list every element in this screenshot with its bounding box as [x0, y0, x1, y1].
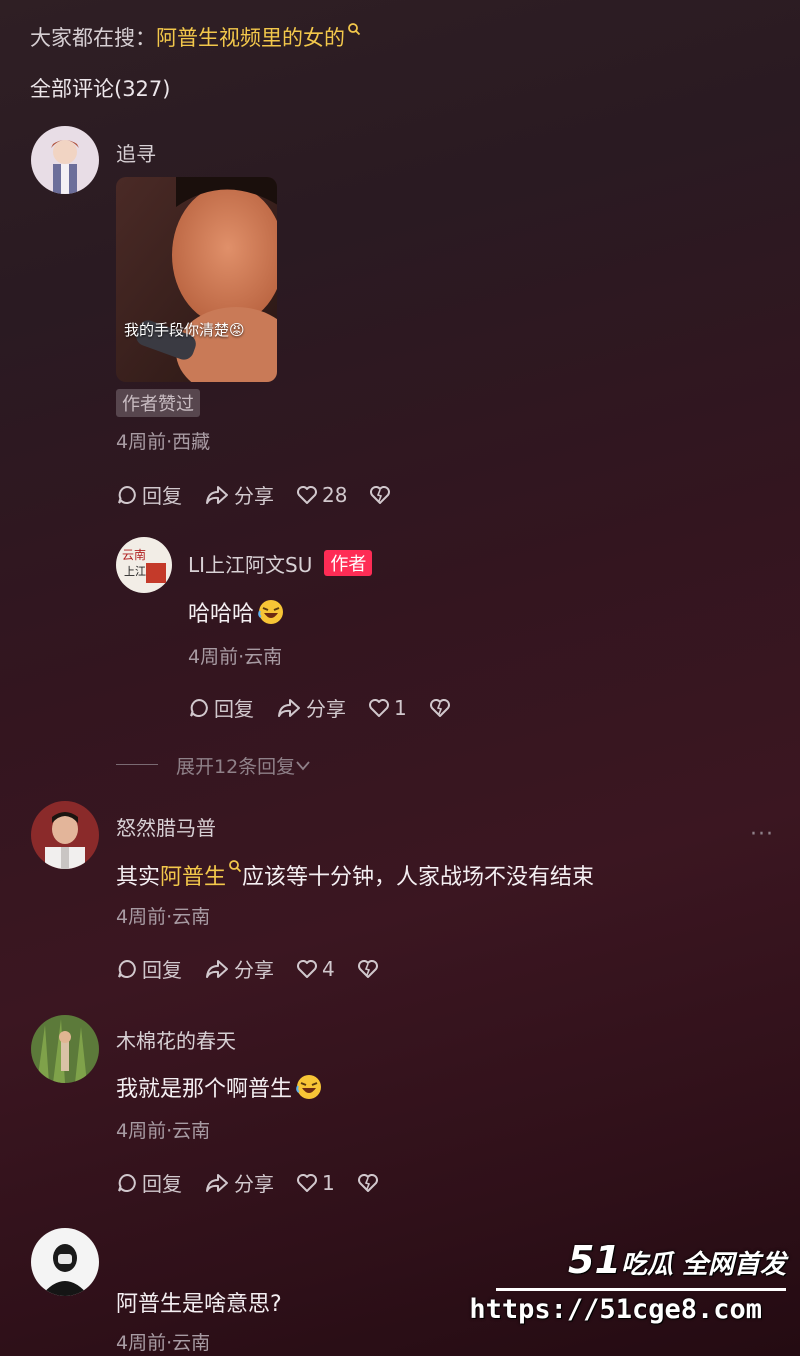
author-liked-badge: 作者赞过 — [116, 389, 200, 417]
comment-meta: 4周前·云南 — [116, 906, 211, 928]
chevron-down-icon — [296, 761, 310, 771]
search-suggestion[interactable]: 大家都在搜：阿普生视频里的女的 — [30, 22, 361, 52]
search-suggestion-label: 大家都在搜： — [30, 26, 156, 50]
reply-button[interactable]: 回复 — [116, 1168, 182, 1197]
dislike-button[interactable] — [357, 1173, 379, 1193]
avatar[interactable]: 云南 上江 — [116, 537, 172, 593]
heart-icon — [297, 1173, 317, 1192]
svg-text:云南: 云南 — [122, 547, 146, 562]
reply-username[interactable]: LI上江阿文SU — [188, 553, 312, 577]
comment-text-part: 其实 — [116, 865, 161, 890]
comment-meta: 4周前·云南 — [116, 1332, 211, 1354]
like-count: 28 — [322, 482, 348, 507]
comment-actions: 回复 分享 4 — [116, 954, 379, 983]
comment-actions: 回复 分享 1 — [116, 1168, 379, 1197]
reply-label: 回复 — [142, 1172, 182, 1196]
laughing-emoji-icon — [296, 1075, 322, 1099]
comment-username[interactable]: 怒然腊马普 — [116, 812, 216, 841]
search-icon — [229, 860, 242, 873]
comment-text: 我就是那个啊普生 — [116, 1077, 293, 1102]
watermark-brand-number: 51 — [568, 1238, 621, 1282]
comment-text-part: 应该等十分钟，人家战场不没有结束 — [242, 865, 595, 890]
expand-replies-label: 展开12条回复 — [176, 756, 296, 778]
reply-button[interactable]: 回复 — [116, 480, 182, 509]
heart-icon — [297, 485, 317, 504]
comment-actions: 回复 分享 28 — [116, 480, 391, 509]
divider — [116, 764, 158, 765]
reply-label: 回复 — [142, 958, 182, 982]
reply-actions: 回复 分享 1 — [188, 693, 451, 722]
reply-username-row: LI上江阿文SU 作者 — [188, 549, 373, 578]
expand-replies-button[interactable]: 展开12条回复 — [176, 752, 311, 779]
like-count: 1 — [322, 1170, 335, 1195]
dislike-button[interactable] — [429, 698, 451, 718]
reply-button[interactable]: 回复 — [116, 954, 182, 983]
reply-label: 回复 — [214, 697, 254, 721]
share-icon — [206, 1173, 228, 1192]
comment-text: 阿普生是啥意思? — [116, 1292, 282, 1317]
share-button[interactable]: 分享 — [204, 954, 274, 983]
comments-count-header: 全部评论(327) — [30, 77, 171, 101]
comment-meta: 4周前·云南 — [116, 1120, 211, 1142]
svg-text:上江: 上江 — [124, 565, 146, 578]
share-icon — [206, 959, 228, 978]
broken-heart-icon — [357, 959, 378, 978]
reply-text-row: 哈哈哈 — [188, 596, 284, 628]
laughing-emoji-icon — [258, 600, 284, 624]
watermark-url: https://51cge8.com — [469, 1294, 762, 1325]
search-icon — [348, 23, 361, 36]
watermark-brand: 51吃瓜 全网首发 — [568, 1238, 786, 1282]
comment-meta: 4周前·西藏 — [116, 431, 211, 453]
reply-text: 哈哈哈 — [188, 602, 255, 627]
broken-heart-icon — [370, 485, 391, 504]
broken-heart-icon — [429, 698, 450, 717]
reply-icon — [118, 485, 136, 504]
share-label: 分享 — [234, 484, 274, 508]
reply-label: 回复 — [142, 484, 182, 508]
share-button[interactable]: 分享 — [276, 693, 346, 722]
reply-meta: 4周前·云南 — [188, 646, 283, 668]
reply-icon — [190, 698, 208, 717]
share-label: 分享 — [234, 1172, 274, 1196]
divider — [496, 1288, 786, 1291]
reply-button[interactable]: 回复 — [188, 693, 254, 722]
share-label: 分享 — [306, 697, 346, 721]
reply-icon — [118, 1173, 136, 1192]
broken-heart-icon — [357, 1173, 378, 1192]
watermark: 51吃瓜 全网首发 https://51cge8.com — [469, 1236, 792, 1346]
dislike-button[interactable] — [369, 485, 391, 505]
comment-text-row: 我就是那个啊普生 — [116, 1071, 322, 1103]
avatar[interactable] — [31, 1015, 99, 1083]
avatar[interactable] — [31, 1228, 99, 1296]
like-button[interactable]: 1 — [368, 696, 407, 720]
like-count: 1 — [394, 695, 407, 720]
share-label: 分享 — [234, 958, 274, 982]
share-icon — [206, 485, 228, 504]
comment-username[interactable]: 追寻 — [116, 138, 156, 167]
like-button[interactable]: 1 — [296, 1171, 335, 1195]
comment-image[interactable]: 我的手段你清楚😡 — [116, 177, 277, 382]
reply-icon — [118, 959, 136, 978]
heart-icon — [297, 959, 317, 978]
heart-icon — [369, 698, 389, 717]
comment-text: 其实阿普生 应该等十分钟，人家战场不没有结束 — [116, 859, 594, 891]
more-options-button[interactable]: ··· — [750, 822, 774, 847]
share-button[interactable]: 分享 — [204, 480, 274, 509]
comment-username[interactable]: 木棉花的春天 — [116, 1025, 236, 1054]
image-caption: 我的手段你清楚😡 — [124, 321, 245, 339]
search-suggestion-keyword[interactable]: 阿普生视频里的女的 — [156, 26, 345, 50]
like-count: 4 — [322, 956, 335, 981]
dislike-button[interactable] — [357, 959, 379, 979]
author-tag: 作者 — [324, 550, 373, 576]
watermark-brand-text: 吃瓜 全网首发 — [620, 1250, 786, 1280]
like-button[interactable]: 28 — [296, 483, 347, 507]
comment-keyword-link[interactable]: 阿普生 — [160, 865, 226, 890]
avatar[interactable] — [31, 126, 99, 194]
share-button[interactable]: 分享 — [204, 1168, 274, 1197]
avatar[interactable] — [31, 801, 99, 869]
like-button[interactable]: 4 — [296, 957, 335, 981]
share-icon — [278, 698, 300, 717]
